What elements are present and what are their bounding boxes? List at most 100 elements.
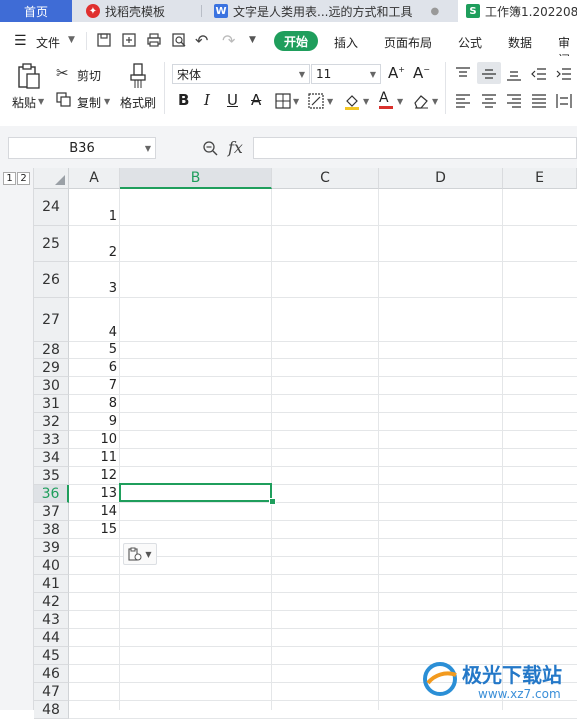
cell-a[interactable] bbox=[69, 612, 120, 628]
fill-color-icon[interactable] bbox=[343, 92, 361, 110]
tab-data[interactable]: 数据 bbox=[508, 34, 532, 51]
cell-a[interactable] bbox=[69, 648, 120, 664]
row-header[interactable]: 36 bbox=[34, 485, 69, 503]
row-header[interactable]: 37 bbox=[34, 503, 69, 521]
function-icon[interactable]: fx bbox=[228, 138, 243, 157]
paste-label[interactable]: 粘贴 bbox=[12, 94, 36, 111]
select-all-corner[interactable] bbox=[34, 168, 69, 189]
outline-level-2-button[interactable]: 2 bbox=[17, 172, 30, 185]
cell-a[interactable] bbox=[69, 702, 120, 718]
font-name-select[interactable]: 宋体 ▼ bbox=[172, 64, 310, 84]
cell-a[interactable]: 6 bbox=[69, 360, 120, 376]
export-pdf-icon[interactable] bbox=[120, 31, 138, 49]
menu-file[interactable]: 文件 bbox=[36, 34, 60, 51]
strikethrough-icon[interactable]: A bbox=[251, 91, 261, 109]
align-center-icon[interactable] bbox=[481, 93, 497, 109]
bold-icon[interactable]: B bbox=[178, 91, 189, 109]
row-header[interactable]: 35 bbox=[34, 467, 69, 485]
name-box[interactable]: B36 ▼ bbox=[8, 137, 156, 159]
row-header[interactable]: 47 bbox=[34, 683, 69, 701]
format-painter-label[interactable]: 格式刷 bbox=[120, 94, 156, 111]
cell-a[interactable] bbox=[69, 540, 120, 556]
align-top-icon[interactable] bbox=[455, 66, 471, 82]
formula-input[interactable] bbox=[253, 137, 577, 159]
chevron-down-icon[interactable]: ▼ bbox=[68, 35, 75, 45]
tab-home[interactable]: 首页 bbox=[0, 0, 72, 22]
cell-a[interactable] bbox=[69, 630, 120, 646]
tab-insert[interactable]: 插入 bbox=[334, 34, 358, 51]
cell-a[interactable]: 13 bbox=[69, 486, 120, 502]
copy-icon[interactable] bbox=[56, 92, 71, 107]
row-header[interactable]: 28 bbox=[34, 342, 69, 359]
clear-format-icon[interactable] bbox=[412, 92, 430, 110]
tab-formulas[interactable]: 公式 bbox=[458, 34, 482, 51]
row-header[interactable]: 40 bbox=[34, 557, 69, 575]
tab-start[interactable]: 开始 bbox=[274, 31, 318, 51]
cell-a[interactable]: 3 bbox=[69, 281, 120, 297]
column-header-a[interactable]: A bbox=[69, 168, 120, 189]
cell-style-dropdown-icon[interactable]: ▼ bbox=[327, 97, 333, 106]
row-header[interactable]: 29 bbox=[34, 359, 69, 377]
cell-a[interactable] bbox=[69, 594, 120, 610]
cell-a[interactable] bbox=[69, 576, 120, 592]
increase-indent-icon[interactable] bbox=[556, 66, 572, 82]
cell-a[interactable]: 4 bbox=[69, 325, 120, 341]
borders-dropdown-icon[interactable]: ▼ bbox=[293, 97, 299, 106]
row-header[interactable]: 44 bbox=[34, 629, 69, 647]
cell-a[interactable]: 12 bbox=[69, 468, 120, 484]
cell-style-icon[interactable] bbox=[308, 93, 324, 109]
cell-a[interactable]: 11 bbox=[69, 450, 120, 466]
decrease-indent-icon[interactable] bbox=[531, 66, 547, 82]
font-size-select[interactable]: 11 ▼ bbox=[311, 64, 381, 84]
borders-icon[interactable] bbox=[275, 93, 291, 109]
clear-format-dropdown-icon[interactable]: ▼ bbox=[432, 97, 438, 106]
italic-icon[interactable]: I bbox=[204, 91, 210, 109]
scissors-icon[interactable]: ✂ bbox=[56, 64, 69, 82]
fill-handle[interactable] bbox=[269, 498, 276, 505]
copy-label[interactable]: 复制 bbox=[77, 94, 101, 111]
cell-a[interactable]: 15 bbox=[69, 522, 120, 538]
tab-page-layout[interactable]: 页面布局 bbox=[384, 34, 432, 51]
print-icon[interactable] bbox=[145, 31, 163, 49]
row-header[interactable]: 27 bbox=[34, 298, 69, 342]
cell-a[interactable]: 9 bbox=[69, 414, 120, 430]
cell-a[interactable]: 7 bbox=[69, 378, 120, 394]
row-header[interactable]: 46 bbox=[34, 665, 69, 683]
tab-unsaved-dot-icon[interactable]: ● bbox=[430, 6, 439, 17]
tab-workbook[interactable]: S 工作簿1.2022081 bbox=[458, 0, 577, 22]
paste-icon[interactable] bbox=[16, 62, 42, 90]
row-header[interactable]: 42 bbox=[34, 593, 69, 611]
cell-a[interactable]: 5 bbox=[69, 342, 120, 358]
row-header[interactable]: 43 bbox=[34, 611, 69, 629]
name-box-chevron-icon[interactable]: ▼ bbox=[145, 144, 151, 153]
copy-dropdown-icon[interactable]: ▼ bbox=[104, 97, 110, 106]
outline-level-1-button[interactable]: 1 bbox=[3, 172, 16, 185]
undo-icon[interactable]: ↶ bbox=[195, 31, 208, 50]
row-header[interactable]: 26 bbox=[34, 262, 69, 298]
increase-font-icon[interactable]: A+ bbox=[388, 64, 405, 82]
cell-a[interactable] bbox=[69, 666, 120, 682]
justify-icon[interactable] bbox=[531, 93, 547, 109]
font-color-dropdown-icon[interactable]: ▼ bbox=[397, 97, 403, 106]
fill-color-dropdown-icon[interactable]: ▼ bbox=[363, 97, 369, 106]
underline-icon[interactable]: U bbox=[227, 91, 238, 109]
distributed-align-icon[interactable] bbox=[556, 93, 572, 109]
align-left-icon[interactable] bbox=[455, 93, 471, 109]
cell-a[interactable] bbox=[69, 558, 120, 574]
save-icon[interactable] bbox=[95, 31, 113, 49]
print-preview-icon[interactable] bbox=[170, 31, 188, 49]
cell-a[interactable] bbox=[69, 684, 120, 700]
row-header[interactable]: 38 bbox=[34, 521, 69, 539]
cell-a[interactable]: 2 bbox=[69, 245, 120, 261]
row-header[interactable]: 39 bbox=[34, 539, 69, 557]
column-header-d[interactable]: D bbox=[379, 168, 503, 189]
paste-dropdown-icon[interactable]: ▼ bbox=[38, 97, 44, 106]
row-header[interactable]: 48 bbox=[34, 701, 69, 719]
align-middle-icon[interactable] bbox=[481, 66, 497, 82]
hamburger-icon[interactable]: ☰ bbox=[14, 33, 27, 49]
paste-options-button[interactable]: ▼ bbox=[123, 543, 157, 565]
column-header-c[interactable]: C bbox=[272, 168, 379, 189]
cell-a[interactable]: 1 bbox=[69, 209, 120, 225]
row-header[interactable]: 32 bbox=[34, 413, 69, 431]
tab-template[interactable]: ✦ 找稻壳模板 bbox=[78, 0, 206, 22]
